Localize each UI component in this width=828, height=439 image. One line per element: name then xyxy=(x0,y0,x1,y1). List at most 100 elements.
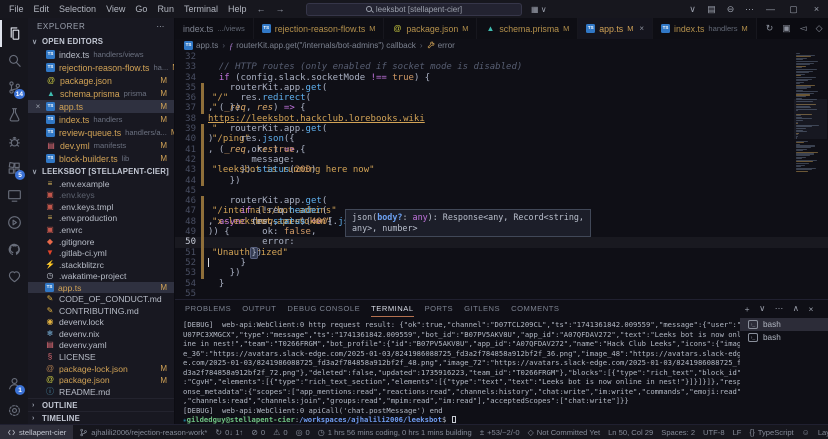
status-git-branch[interactable]: ajhalili2006/rejection-reason-work* xyxy=(75,425,211,439)
status-commit-status[interactable]: ◇Not Committed Yet xyxy=(524,425,604,439)
nav-back-icon[interactable]: ← xyxy=(251,0,270,18)
status-problems-errors[interactable]: ⊘0 xyxy=(247,425,269,439)
file-tree-item[interactable]: ◆.gitignore xyxy=(28,236,174,248)
open-changes-icon[interactable]: ▣ xyxy=(782,23,791,34)
minimap[interactable] xyxy=(796,53,823,299)
activity-live-share-icon[interactable] xyxy=(0,209,28,236)
minimap-slider[interactable] xyxy=(794,99,827,139)
close-panel-icon[interactable]: × xyxy=(809,304,814,314)
menu-edit[interactable]: Edit xyxy=(29,4,55,14)
file-tree-item[interactable]: ▤devenv.yaml xyxy=(28,340,174,352)
file-tree-item[interactable]: ≡.env.example xyxy=(28,178,174,190)
file-tree-item[interactable]: ◉devenv.lock xyxy=(28,317,174,329)
file-tree-item[interactable]: ▣.envrc xyxy=(28,224,174,236)
open-editor-item[interactable]: TSblock-builder.tslibM xyxy=(28,152,174,165)
more-actions-icon[interactable]: ⋯ xyxy=(740,0,759,18)
restore-button[interactable]: ▢ xyxy=(782,0,805,18)
panel-tab-terminal[interactable]: TERMINAL xyxy=(371,300,413,317)
compare-icon[interactable]: ◇ xyxy=(816,23,823,34)
new-terminal-icon[interactable]: + xyxy=(745,304,750,314)
status-cursor-position[interactable]: Ln 50, Col 29 xyxy=(604,425,657,439)
explorer-more-icon[interactable]: ⋯ xyxy=(156,22,165,31)
editor-tab-rejection-reason-flow.ts[interactable]: TSrejection-reason-flow.tsM xyxy=(254,18,385,39)
panel-tab-ports[interactable]: PORTS xyxy=(425,300,454,317)
toggle-secondary-sidebar-icon[interactable]: ∨ xyxy=(683,0,702,18)
outline-section[interactable]: › OUTLINE xyxy=(28,398,174,411)
activity-debug-icon[interactable] xyxy=(0,128,28,155)
activity-extensions-icon[interactable]: 5 xyxy=(0,155,28,182)
panel-tab-debug-console[interactable]: DEBUG CONSOLE xyxy=(287,300,360,317)
menu-file[interactable]: File xyxy=(4,4,29,14)
status-language-mode[interactable]: {}TypeScript xyxy=(745,425,797,439)
timeline-section[interactable]: › TIMELINE xyxy=(28,411,174,424)
status-git-changes[interactable]: ±+53/~2/-0 xyxy=(476,425,524,439)
file-tree-item[interactable]: §LICENSE xyxy=(28,351,174,363)
open-editor-item[interactable]: ▤dev.ymlmanifestsM xyxy=(28,139,174,152)
menu-terminal[interactable]: Terminal xyxy=(179,4,223,14)
menu-run[interactable]: Run xyxy=(152,4,179,14)
breadcrumb-item[interactable]: error xyxy=(427,41,455,50)
status-eol[interactable]: LF xyxy=(729,425,746,439)
open-editor-item[interactable]: @package.jsonM xyxy=(28,74,174,87)
activity-remote-explorer-icon[interactable] xyxy=(0,182,28,209)
menu-view[interactable]: View xyxy=(101,4,130,14)
profiles-icon[interactable]: ▦ ∨ xyxy=(531,5,547,14)
file-history-icon[interactable]: ↻ xyxy=(766,23,774,34)
status-indentation[interactable]: Spaces: 2 xyxy=(657,425,699,439)
panel-tab-comments[interactable]: COMMENTS xyxy=(511,300,559,317)
terminal-instance[interactable]: ›_bash xyxy=(740,331,828,344)
file-tree-item[interactable]: ▣.env.keys xyxy=(28,190,174,202)
file-tree-item[interactable]: ✎CODE_OF_CONDUCT.md xyxy=(28,293,174,305)
menu-go[interactable]: Go xyxy=(130,4,152,14)
editor-tab-app.ts[interactable]: TSapp.tsM× xyxy=(578,18,653,39)
zoom-out-icon[interactable]: ⊖ xyxy=(721,0,740,18)
panel-tab-gitlens[interactable]: GITLENS xyxy=(464,300,500,317)
open-editor-item[interactable]: TSindex.tshandlers/views xyxy=(28,48,174,61)
status-problems-warnings[interactable]: ⚠0 xyxy=(269,425,291,439)
workspace-header[interactable]: ∨ LEEKSBOT [STELLAPENT-CIER] xyxy=(28,165,174,178)
panel-tab-output[interactable]: OUTPUT xyxy=(242,300,276,317)
editor-tab-package.json[interactable]: @package.jsonM xyxy=(384,18,477,39)
status-sync-status[interactable]: ↻0↓ 1↑ xyxy=(211,425,247,439)
close-tab-icon[interactable]: × xyxy=(639,24,644,33)
panel-tab-problems[interactable]: PROBLEMS xyxy=(185,300,231,317)
editor-tab-schema.prisma[interactable]: ▲schema.prismaM xyxy=(477,18,578,39)
minimize-button[interactable]: — xyxy=(759,0,782,18)
activity-settings-icon[interactable] xyxy=(0,397,28,424)
editor-tab-index.ts[interactable]: TSindex.tshandlersM xyxy=(653,18,757,39)
close-button[interactable]: × xyxy=(805,0,828,18)
open-editor-item[interactable]: ▲schema.prismaprismaM xyxy=(28,87,174,100)
activity-explorer-icon[interactable] xyxy=(0,20,28,47)
status-ports-status[interactable]: ◎0 xyxy=(292,425,314,439)
editor-tab-index.ts[interactable]: index.ts.../views xyxy=(175,18,254,39)
breadcrumb-item[interactable]: ƒrouterKit.app.get("/internals/bot-admin… xyxy=(229,41,416,51)
nav-forward-icon[interactable]: → xyxy=(270,0,289,18)
status-wakatime-status[interactable]: ◷1 hrs 56 mins coding, 0 hrs 1 mins buil… xyxy=(314,425,476,439)
activity-source-control-icon[interactable]: 14 xyxy=(0,74,28,101)
activity-search-icon[interactable] xyxy=(0,47,28,74)
file-tree-item[interactable]: ❄devenv.nix xyxy=(28,328,174,340)
status-remote-indicator[interactable]: stellapent-cier xyxy=(0,425,73,439)
file-tree-item[interactable]: @package.jsonM xyxy=(28,374,174,386)
activity-github-icon[interactable] xyxy=(0,236,28,263)
open-editor-item[interactable]: ×TSapp.tsM xyxy=(28,100,174,113)
file-tree-item[interactable]: ◷.wakatime-project xyxy=(28,270,174,282)
status-keyboard-layout[interactable]: Layout: us xyxy=(814,425,828,439)
status-encoding[interactable]: UTF-8 xyxy=(699,425,729,439)
more-actions-icon[interactable]: ⋯ xyxy=(775,303,784,314)
menu-selection[interactable]: Selection xyxy=(54,4,101,14)
file-tree-item[interactable]: @package-lock.jsonM xyxy=(28,363,174,375)
open-editor-item[interactable]: TSreview-queue.tshandlers/a...M xyxy=(28,126,174,139)
open-editor-item[interactable]: TSindex.tshandlersM xyxy=(28,113,174,126)
terminal-dropdown-icon[interactable]: ∨ xyxy=(759,303,766,314)
close-editor-icon[interactable]: × xyxy=(34,102,42,111)
open-editors-header[interactable]: ∨ OPEN EDITORS xyxy=(28,35,174,48)
menu-help[interactable]: Help xyxy=(223,4,252,14)
file-tree-item[interactable]: TSapp.tsM xyxy=(28,282,174,294)
breadcrumb-item[interactable]: TSapp.ts xyxy=(184,41,218,50)
file-tree-item[interactable]: ▼.gitlab-ci.yml xyxy=(28,247,174,259)
activity-accounts-icon[interactable]: 1 xyxy=(0,370,28,397)
file-tree-item[interactable]: ⚡.stackblitzrc xyxy=(28,259,174,271)
activity-testing-icon[interactable] xyxy=(0,101,28,128)
terminal-output[interactable]: [DEBUG] web-api:WebClient:0 http request… xyxy=(175,317,740,424)
